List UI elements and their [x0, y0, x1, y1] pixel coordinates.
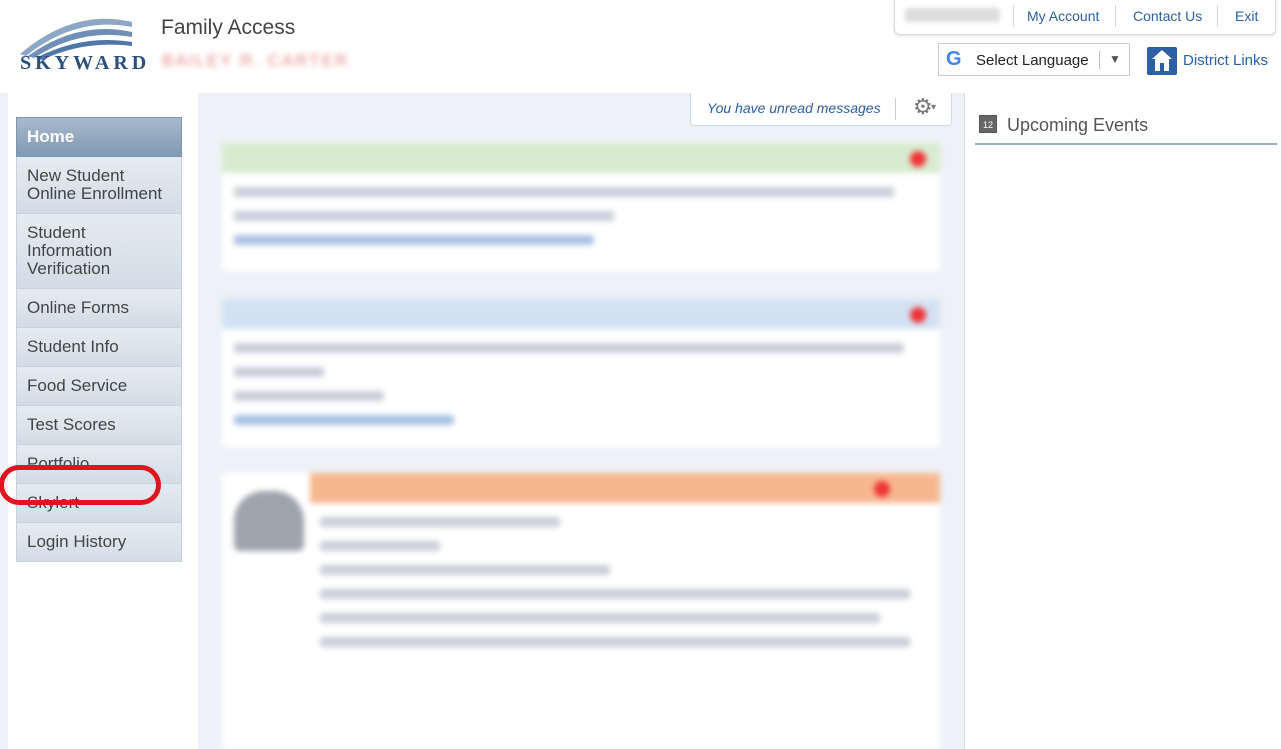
right-panel: 12 Upcoming Events: [964, 93, 1281, 749]
sidebar: Home New Student Online Enrollment Stude…: [0, 93, 198, 749]
district-links-icon[interactable]: [1147, 47, 1177, 75]
sidebar-item-new-student-online-enrollment[interactable]: New Student Online Enrollment: [16, 157, 182, 214]
message-text: [234, 367, 324, 377]
top-links: My Account Contact Us Exit: [894, 0, 1276, 35]
message-text: [320, 613, 880, 623]
sidebar-item-online-forms[interactable]: Online Forms: [16, 289, 182, 328]
sidebar-item-home[interactable]: Home: [16, 117, 182, 157]
message-card: [222, 143, 940, 271]
message-text: [320, 637, 910, 647]
sidebar-item-student-information-verification[interactable]: Student Information Verification: [16, 214, 182, 289]
message-link[interactable]: [234, 235, 594, 245]
close-icon[interactable]: [874, 481, 890, 497]
divider: [1115, 5, 1116, 27]
google-icon: G: [946, 48, 962, 70]
sidebar-item-login-history[interactable]: Login History: [16, 523, 182, 562]
header: SKYWARD Family Access BAILEY R. CARTER M…: [0, 0, 1281, 93]
app-title: Family Access: [161, 16, 296, 39]
language-select[interactable]: G Select Language ▼: [938, 43, 1130, 76]
calendar-icon: 12: [979, 115, 997, 133]
message-text: [320, 565, 610, 575]
main-content: You have unread messages ⚙ ▾: [200, 93, 964, 749]
message-text: [234, 187, 894, 197]
message-card: [222, 473, 940, 749]
message-card-header: [310, 473, 940, 503]
message-link[interactable]: [234, 415, 454, 425]
close-icon[interactable]: [910, 151, 926, 167]
exit-link[interactable]: Exit: [1235, 8, 1258, 24]
avatar: [234, 491, 304, 551]
divider: [1099, 51, 1100, 69]
divider: [895, 98, 896, 120]
logo-wordmark: SKYWARD: [20, 52, 151, 74]
contact-us-link[interactable]: Contact Us: [1133, 8, 1202, 24]
message-text: [320, 541, 440, 551]
message-card-header: [222, 299, 940, 329]
student-name: BAILEY R. CARTER: [162, 51, 350, 70]
language-label: Select Language: [976, 52, 1089, 69]
sidebar-item-test-scores[interactable]: Test Scores: [16, 406, 182, 445]
district-links-link[interactable]: District Links: [1183, 52, 1268, 69]
message-text: [234, 343, 904, 353]
unread-messages-link[interactable]: You have unread messages: [707, 100, 881, 116]
message-card-header: [222, 143, 940, 173]
upcoming-events-header: 12 Upcoming Events: [975, 113, 1277, 145]
message-bar: You have unread messages ⚙ ▾: [690, 93, 952, 126]
portfolio-highlight-circle: [0, 465, 161, 505]
chevron-down-icon[interactable]: ▾: [931, 102, 936, 113]
message-text: [320, 517, 560, 527]
sidebar-item-food-service[interactable]: Food Service: [16, 367, 182, 406]
gear-icon[interactable]: ⚙: [913, 94, 933, 120]
divider: [1013, 5, 1014, 27]
message-text: [320, 589, 910, 599]
sidebar-item-student-info[interactable]: Student Info: [16, 328, 182, 367]
my-account-link[interactable]: My Account: [1027, 8, 1099, 24]
upcoming-events-title: Upcoming Events: [1007, 115, 1149, 135]
message-text: [234, 391, 384, 401]
dropdown-arrow-icon: ▼: [1109, 52, 1121, 66]
message-card: [222, 299, 940, 447]
message-text: [234, 211, 614, 221]
close-icon[interactable]: [910, 307, 926, 323]
user-name: [905, 8, 1000, 22]
divider: [1217, 5, 1218, 27]
